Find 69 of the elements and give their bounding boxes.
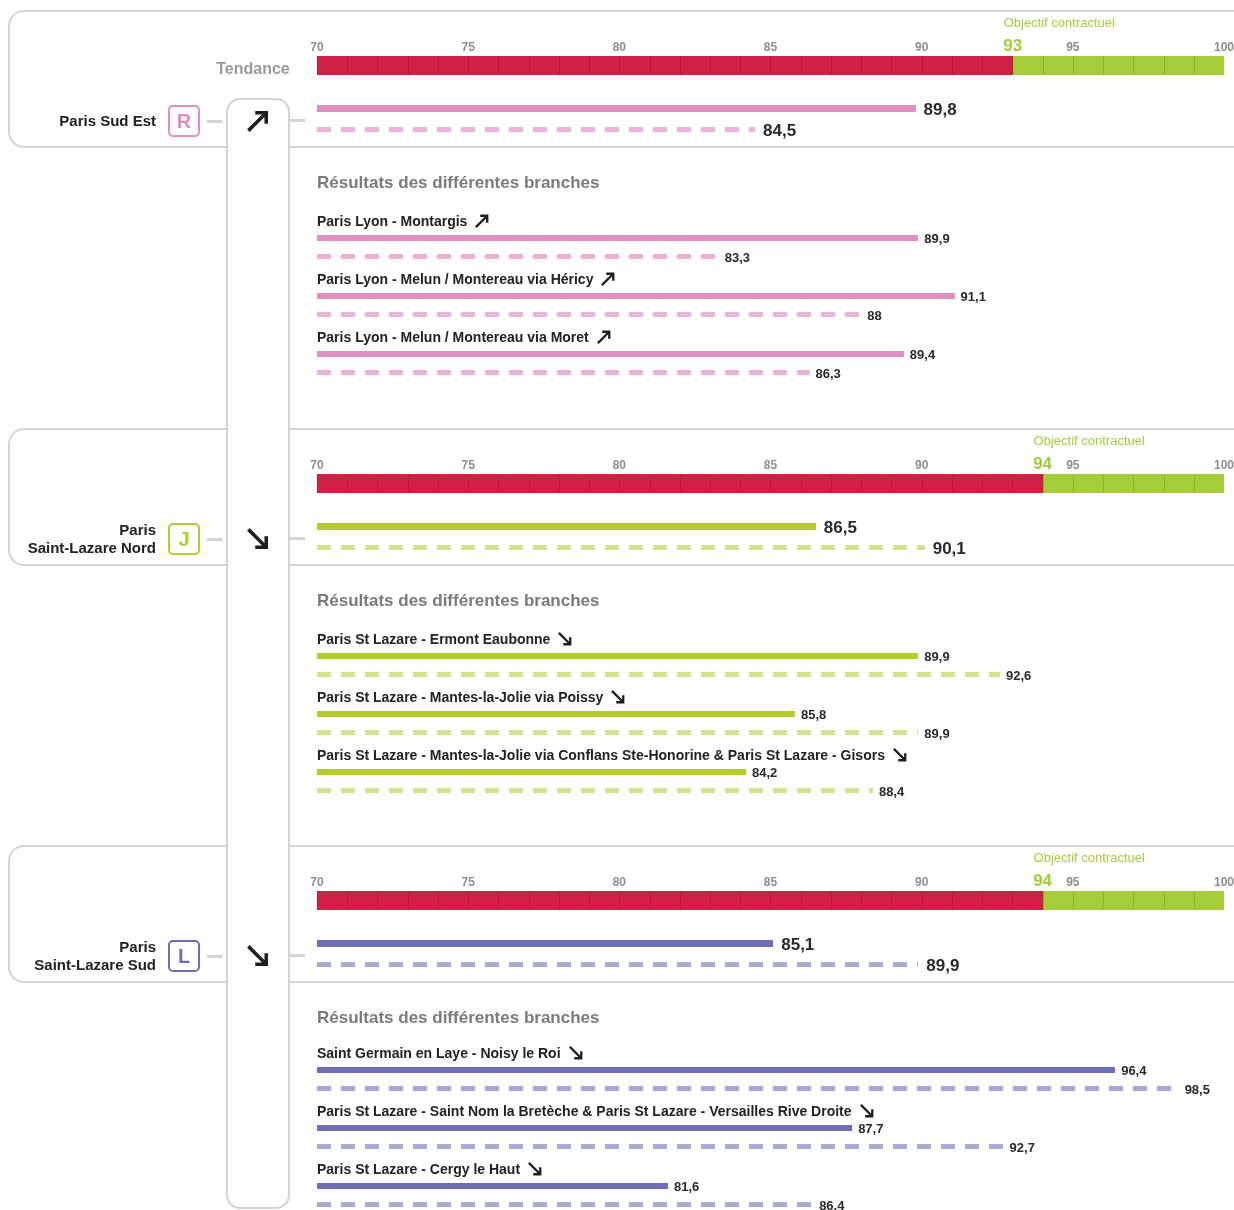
objective-value: 93 bbox=[1003, 36, 1023, 56]
tick-label: 80 bbox=[612, 458, 626, 472]
tick-label: 70 bbox=[310, 875, 324, 889]
value-label: 89,4 bbox=[909, 347, 936, 361]
objective-label: Objectif contractuel bbox=[1003, 15, 1115, 31]
line-badge: L bbox=[168, 940, 200, 972]
value-label: 89,9 bbox=[924, 726, 950, 739]
tick-label: 95 bbox=[1066, 458, 1080, 472]
line-badge: J bbox=[168, 523, 200, 555]
tick-label: 75 bbox=[461, 875, 475, 889]
value-label: 89,9 bbox=[926, 956, 960, 973]
branch-name: Saint Germain en Laye - Noisy le Roi bbox=[317, 1044, 561, 1062]
value-label: 83,3 bbox=[724, 250, 751, 263]
tick-label: 80 bbox=[612, 875, 626, 889]
line-name: Paris Sud Est bbox=[59, 112, 156, 130]
value-label: 92,7 bbox=[1009, 1140, 1035, 1153]
branch-name: Paris St Lazare - Mantes-la-Jolie via Conflans Ste-Honorine & Paris St Lazare - Gisors bbox=[317, 746, 885, 764]
value-label: 87,7 bbox=[858, 1121, 884, 1135]
tick-label: 100 bbox=[1214, 458, 1234, 472]
branch-name: Paris Lyon - Melun / Montereau via Héricy bbox=[317, 270, 594, 288]
section-heading: Résultats des différentes branches bbox=[317, 590, 600, 612]
value-label: 85,1 bbox=[781, 935, 815, 952]
value-label: 92,6 bbox=[1005, 668, 1032, 681]
objective-label: Objectif contractuel bbox=[1033, 433, 1145, 449]
section-heading: Résultats des différentes branches bbox=[317, 172, 600, 194]
tick-label: 75 bbox=[461, 458, 475, 472]
value-label: 91,1 bbox=[960, 289, 986, 303]
value-label: 81,6 bbox=[674, 1179, 700, 1193]
tick-label: 85 bbox=[763, 875, 778, 889]
value-label: 89,9 bbox=[924, 231, 950, 245]
branch-name: Paris St Lazare - Mantes-la-Jolie via Poissy bbox=[317, 688, 604, 706]
value-label: 88 bbox=[867, 308, 882, 321]
objective-value: 94 bbox=[1033, 871, 1053, 891]
value-label: 86,3 bbox=[815, 366, 841, 379]
tick-label: 75 bbox=[461, 40, 475, 54]
tick-label: 95 bbox=[1066, 875, 1080, 889]
branch-name: Paris St Lazare - Saint Nom la Bretèche & Paris St Lazare - Versailles Rive Droite bbox=[317, 1102, 852, 1120]
branch-name: Paris St Lazare - Ermont Eaubonne bbox=[317, 630, 551, 648]
value-label: 86,5 bbox=[823, 518, 857, 535]
section-heading: Résultats des différentes branches bbox=[317, 1007, 600, 1029]
tick-label: 80 bbox=[612, 40, 626, 54]
value-label: 90,1 bbox=[932, 539, 966, 556]
value-label: 96,4 bbox=[1121, 1063, 1147, 1077]
line-name: Paris Saint-Lazare Nord bbox=[27, 521, 156, 557]
value-label: 89,8 bbox=[923, 100, 957, 117]
branch-name: Paris Lyon - Montargis bbox=[317, 212, 468, 230]
tick-label: 70 bbox=[310, 40, 324, 54]
tick-label: 100 bbox=[1214, 875, 1234, 889]
tick-label: 70 bbox=[310, 458, 324, 472]
value-label: 84,2 bbox=[752, 765, 778, 779]
value-label: 98,5 bbox=[1184, 1082, 1210, 1095]
tick-label: 90 bbox=[915, 40, 929, 54]
tick-label: 85 bbox=[763, 458, 778, 472]
tick-label: 90 bbox=[915, 458, 929, 472]
line-name: Paris Saint-Lazare Sud bbox=[34, 938, 156, 974]
objective-value: 94 bbox=[1033, 454, 1053, 474]
value-label: 89,9 bbox=[924, 649, 950, 663]
value-label: 88,4 bbox=[879, 784, 905, 797]
objective-label: Objectif contractuel bbox=[1033, 850, 1145, 866]
column-header: Tendance bbox=[216, 59, 290, 79]
tick-label: 85 bbox=[763, 40, 778, 54]
line-badge: R bbox=[168, 105, 200, 137]
tick-label: 95 bbox=[1066, 40, 1080, 54]
value-label: 84,5 bbox=[763, 121, 797, 138]
value-label: 85,8 bbox=[801, 707, 827, 721]
tick-label: 90 bbox=[915, 875, 929, 889]
branch-name: Paris St Lazare - Cergy le Haut bbox=[317, 1160, 521, 1178]
tick-label: 100 bbox=[1214, 40, 1234, 54]
branch-name: Paris Lyon - Melun / Montereau via Moret bbox=[317, 328, 589, 346]
